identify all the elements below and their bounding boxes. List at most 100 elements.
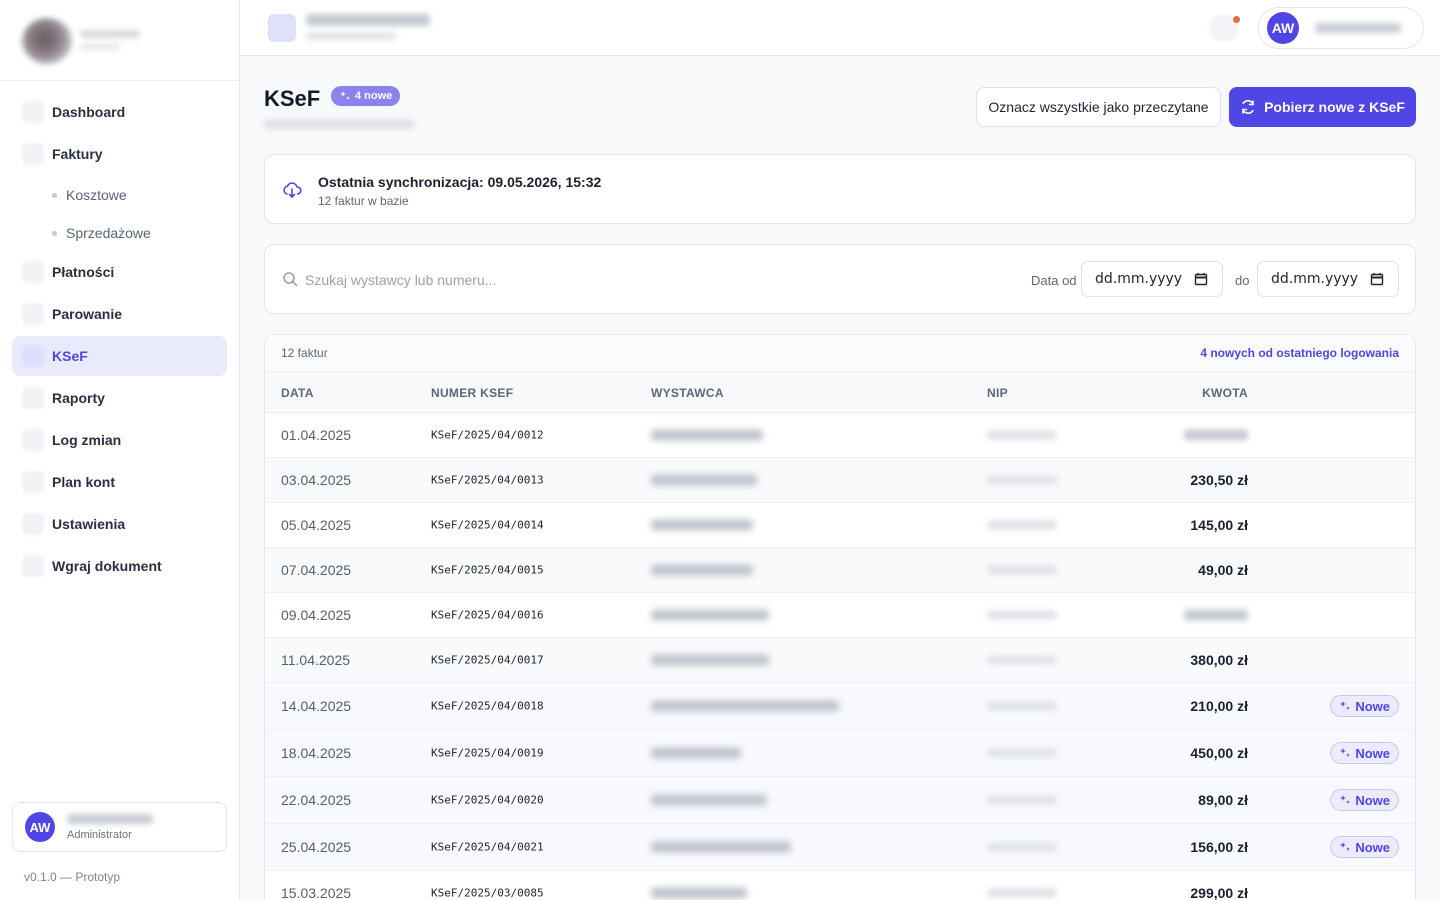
cell-vendor-redacted <box>651 519 753 531</box>
cell-nip-redacted <box>987 565 1057 575</box>
table-row[interactable]: 01.04.2025 KSeF/2025/04/0012 <box>265 413 1415 458</box>
mark-all-read-button[interactable]: Oznacz wszystkie jako przeczytane <box>976 87 1221 127</box>
sidebar-item-label: Log zmian <box>52 432 122 448</box>
sidebar-item-wgraj-dokument[interactable]: Wgraj dokument <box>12 546 227 586</box>
sidebar-item-label: Wgraj dokument <box>52 558 162 574</box>
sidebar-item-parowanie[interactable]: Parowanie <box>12 294 227 334</box>
new-since-login-link[interactable]: 4 nowych od ostatniego logowania <box>1200 346 1399 360</box>
history-icon <box>22 429 44 451</box>
sidebar-item-plan-kont[interactable]: Plan kont <box>12 462 227 502</box>
sidebar-subitem-label: Kosztowe <box>66 187 127 203</box>
sidebar-item-raporty[interactable]: Raporty <box>12 378 227 418</box>
column-header-nip[interactable]: NIP <box>987 386 1008 400</box>
sparkles-icon <box>1340 701 1351 710</box>
cell-vendor-redacted <box>651 841 791 853</box>
fetch-ksef-label: Pobierz nowe z KSeF <box>1264 99 1405 115</box>
ksef-icon <box>22 345 44 367</box>
table-row[interactable]: 11.04.2025 KSeF/2025/04/0017 380,00 zł <box>265 638 1415 683</box>
sidebar-item-label: Plan kont <box>52 474 116 490</box>
company-name-redacted[interactable] <box>306 14 430 26</box>
search-icon <box>283 272 298 287</box>
cell-amount: 450,00 zł <box>1190 745 1248 761</box>
cell-nip-redacted <box>987 655 1057 665</box>
user-meta: Administrator <box>67 813 153 841</box>
column-header-number[interactable]: NUMER KSEF <box>431 386 513 400</box>
table-row[interactable]: 14.04.2025 KSeF/2025/04/0018 210,00 zł Nowe <box>265 683 1415 730</box>
new-badge-label: Nowe <box>1355 698 1390 714</box>
ledger-icon <box>22 471 44 493</box>
cell-date: 11.04.2025 <box>281 652 351 668</box>
cell-amount: 156,00 zł <box>1190 839 1248 855</box>
new-badge-label: Nowe <box>1355 839 1390 855</box>
cell-date: 18.04.2025 <box>281 745 352 761</box>
date-to-field[interactable]: dd.mm.yyyy <box>1257 261 1399 297</box>
new-badge: Nowe <box>1330 742 1399 764</box>
sidebar-item-dashboard[interactable]: Dashboard <box>12 92 227 132</box>
table-row[interactable]: 25.04.2025 KSeF/2025/04/0021 156,00 zł Nowe <box>265 824 1415 871</box>
cloud-download-icon <box>283 182 302 198</box>
sidebar-item-ksef[interactable]: KSeF <box>12 336 227 376</box>
invoice-icon <box>22 143 44 165</box>
sidebar-user-card[interactable]: AW Administrator <box>12 802 227 852</box>
table-row[interactable]: 18.04.2025 KSeF/2025/04/0019 450,00 zł Nowe <box>265 730 1415 777</box>
user-menu[interactable]: AW <box>1258 7 1424 49</box>
new-badge: Nowe <box>1330 789 1399 811</box>
calendar-icon[interactable] <box>1370 272 1384 286</box>
table-row[interactable]: 22.04.2025 KSeF/2025/04/0020 89,00 zł Nowe <box>265 777 1415 824</box>
new-count-label: 4 nowe <box>355 90 393 102</box>
cell-ksef-number: KSeF/2025/04/0020 <box>431 793 544 807</box>
sidebar-subitem-kosztowe[interactable]: Kosztowe <box>12 176 227 214</box>
table-row[interactable]: 05.04.2025 KSeF/2025/04/0014 145,00 zł <box>265 503 1415 548</box>
cell-nip-redacted <box>987 610 1057 620</box>
company-detail-redacted <box>306 32 396 40</box>
date-from-field[interactable]: dd.mm.yyyy <box>1081 261 1223 297</box>
column-header-vendor[interactable]: WYSTAWCA <box>651 386 724 400</box>
sidebar-item-label: Faktury <box>52 146 103 162</box>
avatar: AW <box>25 812 55 842</box>
cell-ksef-number: KSeF/2025/04/0012 <box>431 428 544 442</box>
cell-date: 07.04.2025 <box>281 562 352 578</box>
sidebar-nav: Dashboard Faktury Kosztowe Sprzedażowe P… <box>12 92 227 588</box>
table-row[interactable]: 07.04.2025 KSeF/2025/04/0015 49,00 zł <box>265 548 1415 593</box>
date-from-label: Data od <box>1031 273 1077 288</box>
sidebar-item-log-zmian[interactable]: Log zmian <box>12 420 227 460</box>
column-header-amount[interactable]: KWOTA <box>1202 386 1248 400</box>
table-header: DATA NUMER KSEF WYSTAWCA NIP KWOTA <box>265 372 1415 413</box>
sync-subtitle: 12 faktur w bazie <box>318 194 409 208</box>
cell-nip-redacted <box>987 842 1057 852</box>
app-version: v0.1.0 — Prototyp <box>24 870 121 884</box>
cell-nip-redacted <box>987 475 1057 485</box>
cell-vendor-redacted <box>651 474 757 486</box>
fetch-ksef-button[interactable]: Pobierz nowe z KSeF <box>1229 87 1416 127</box>
sidebar-subitem-sprzedazowe[interactable]: Sprzedażowe <box>12 214 227 252</box>
cell-amount: 380,00 zł <box>1190 652 1248 668</box>
sidebar-item-label: Parowanie <box>52 306 123 322</box>
calendar-icon[interactable] <box>1194 272 1208 286</box>
cell-amount: 145,00 zł <box>1190 517 1248 533</box>
new-badge: Nowe <box>1330 836 1399 858</box>
sidebar: Dashboard Faktury Kosztowe Sprzedażowe P… <box>0 0 240 900</box>
table-row[interactable]: 03.04.2025 KSeF/2025/04/0013 230,50 zł <box>265 458 1415 503</box>
cell-vendor-redacted <box>651 794 767 806</box>
table-row[interactable]: 15.03.2025 KSeF/2025/03/0085 299,00 zł <box>265 871 1415 900</box>
page-title: KSeF <box>264 86 321 111</box>
table-row[interactable]: 09.04.2025 KSeF/2025/04/0016 <box>265 593 1415 638</box>
sparkles-icon <box>1340 748 1351 757</box>
sidebar-item-ustawienia[interactable]: Ustawienia <box>12 504 227 544</box>
sidebar-item-label: Ustawienia <box>52 516 126 532</box>
search-input[interactable] <box>305 267 625 293</box>
sidebar-item-platnosci[interactable]: Płatności <box>12 252 227 292</box>
cell-vendor-redacted <box>651 700 839 712</box>
user-name-redacted <box>1315 23 1401 33</box>
bullet-icon <box>52 230 57 236</box>
cell-ksef-number: KSeF/2025/04/0021 <box>431 840 544 854</box>
cell-ksef-number: KSeF/2025/04/0018 <box>431 699 544 713</box>
cell-ksef-number: KSeF/2025/03/0085 <box>431 886 544 900</box>
brand-logo[interactable] <box>22 18 72 64</box>
column-header-date[interactable]: DATA <box>281 386 314 400</box>
cell-date: 05.04.2025 <box>281 517 352 533</box>
sidebar-item-faktury[interactable]: Faktury <box>12 134 227 174</box>
cell-nip-redacted <box>987 701 1057 711</box>
cell-vendor-redacted <box>651 887 747 899</box>
cell-ksef-number: KSeF/2025/04/0016 <box>431 608 544 622</box>
